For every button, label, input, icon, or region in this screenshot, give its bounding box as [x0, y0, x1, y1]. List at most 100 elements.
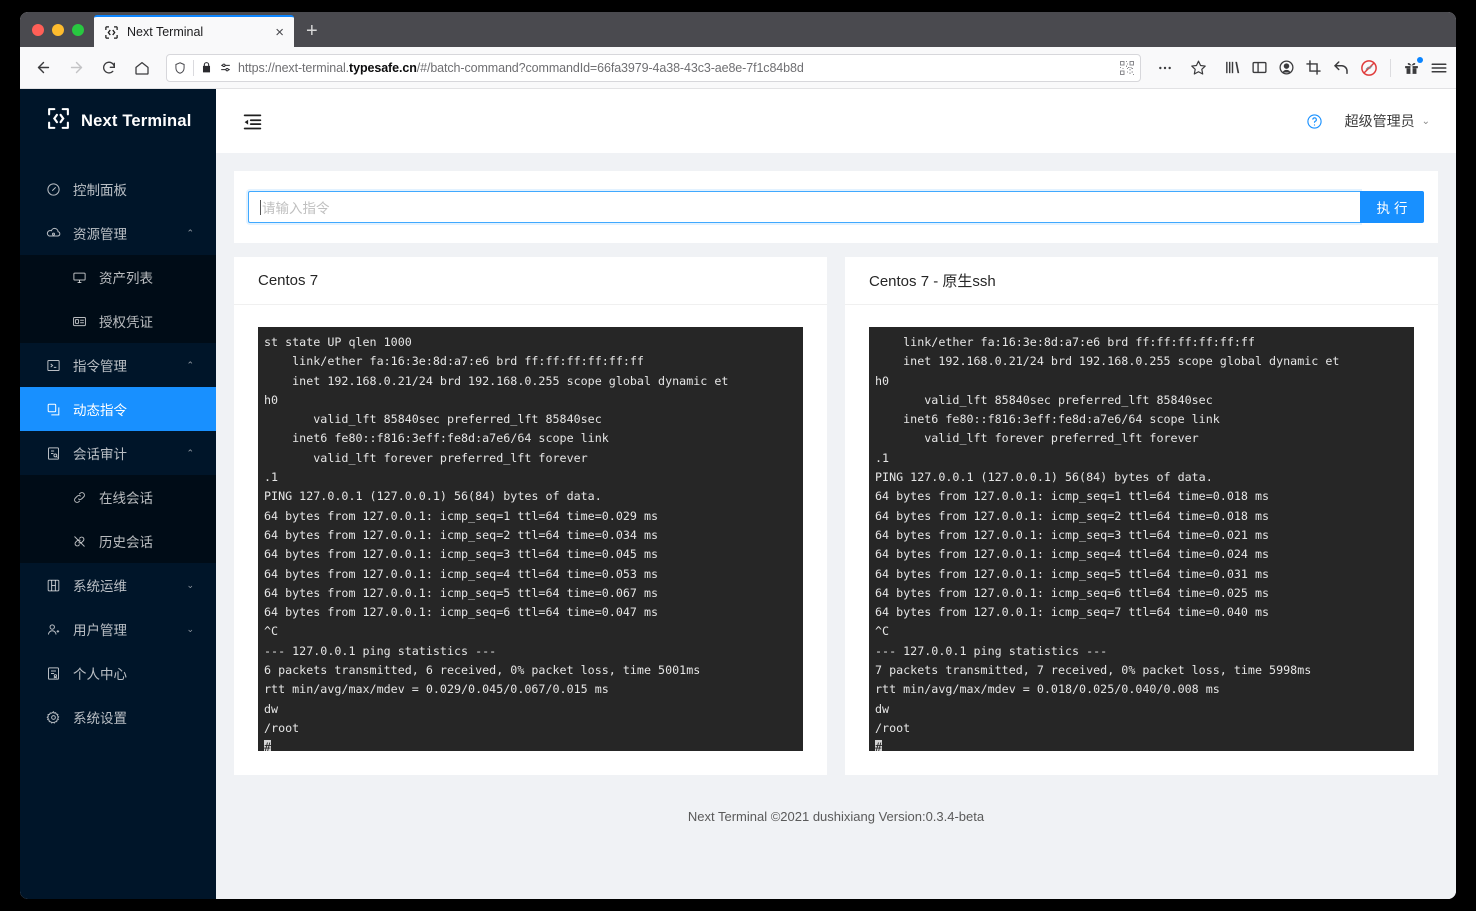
chevron-down-icon: ⌄	[186, 623, 194, 634]
forward-button[interactable]	[61, 53, 91, 83]
back-button[interactable]	[28, 53, 58, 83]
app-root: Next Terminal 控制面板 资源管理 ⌃ 资产列表 授权凭证 指令管理…	[20, 89, 1456, 899]
library-icon[interactable]	[1224, 59, 1241, 76]
terminal-output[interactable]: link/ether fa:16:3e:8d:a7:e6 brd ff:ff:f…	[869, 327, 1414, 751]
sidebar-item-system-settings[interactable]: 系统设置	[20, 695, 216, 739]
execute-button[interactable]: 执行	[1360, 191, 1424, 223]
text-cursor	[260, 199, 261, 215]
sidebar-item-session-audit[interactable]: 会话审计 ⌃	[20, 431, 216, 475]
close-window-button[interactable]	[32, 23, 44, 36]
chevron-up-icon: ⌃	[186, 359, 194, 370]
user-name-label: 超级管理员	[1344, 113, 1415, 129]
app-header: 超级管理员 ⌄	[216, 89, 1456, 153]
reload-button[interactable]	[94, 53, 124, 83]
sidebar-item-label: 历史会话	[99, 535, 153, 550]
brand-logo[interactable]: Next Terminal	[20, 89, 216, 153]
sidebar-item-personal-center[interactable]: 个人中心	[20, 651, 216, 695]
maximize-window-button[interactable]	[72, 23, 84, 36]
menu-fold-icon[interactable]	[242, 111, 263, 132]
sidebar-item-label: 指令管理	[73, 359, 127, 374]
url-text[interactable]: https://next-terminal.typesafe.cn/#/batc…	[238, 61, 1114, 75]
sidebar-item-label: 资产列表	[99, 271, 153, 286]
gift-icon[interactable]	[1403, 57, 1423, 76]
command-input-placeholder: 请输入指令	[262, 201, 330, 216]
command-input[interactable]: 请输入指令	[248, 191, 1360, 223]
permissions-icon[interactable]	[219, 61, 232, 74]
sidebar-item-label: 系统运维	[73, 579, 127, 594]
new-tab-button[interactable]: +	[306, 21, 318, 41]
account-icon[interactable]	[1278, 59, 1295, 76]
browser-window: Next Terminal × + https://next-terminal.…	[20, 12, 1456, 899]
undo-icon[interactable]	[1332, 59, 1350, 77]
next-terminal-logo-icon	[46, 106, 71, 136]
sidebar-item-dashboard[interactable]: 控制面板	[20, 167, 216, 211]
terminal-text: st state UP qlen 1000 link/ether fa:16:3…	[264, 335, 729, 735]
blocked-icon[interactable]	[1360, 59, 1378, 77]
sidebar-item-asset-list[interactable]: 资产列表	[20, 255, 216, 299]
user-menu[interactable]: 超级管理员 ⌄	[1345, 111, 1430, 131]
sidebar: Next Terminal 控制面板 资源管理 ⌃ 资产列表 授权凭证 指令管理…	[20, 89, 216, 899]
sidebar-item-online-sessions[interactable]: 在线会话	[20, 475, 216, 519]
terminal-cards: Centos 7 st state UP qlen 1000 link/ethe…	[234, 257, 1438, 775]
sidebar-item-label: 用户管理	[73, 623, 127, 638]
sidebar-item-command-management[interactable]: 指令管理 ⌃	[20, 343, 216, 387]
sidebar-item-label: 授权凭证	[99, 315, 153, 330]
sidebar-item-history-sessions[interactable]: 历史会话	[20, 519, 216, 563]
header-actions: 超级管理员 ⌄	[1306, 111, 1430, 131]
minimize-window-button[interactable]	[52, 23, 64, 36]
chevron-up-icon: ⌃	[186, 447, 194, 458]
card-title: Centos 7 - 原生ssh	[845, 257, 1438, 305]
app-menu-icon[interactable]	[1430, 59, 1448, 77]
card-body: link/ether fa:16:3e:8d:a7:e6 brd ff:ff:f…	[845, 305, 1438, 775]
sidebar-item-dynamic-command[interactable]: 动态指令	[20, 387, 216, 431]
content-area: 超级管理员 ⌄ 请输入指令 执行 Centos 7 st state UP ql…	[216, 89, 1456, 899]
sidebar-item-label: 个人中心	[73, 667, 127, 682]
sidebar-item-resource-management[interactable]: 资源管理 ⌃	[20, 211, 216, 255]
shield-icon[interactable]	[173, 61, 187, 75]
terminal-cursor: #	[264, 740, 272, 751]
terminal-text: link/ether fa:16:3e:8d:a7:e6 brd ff:ff:f…	[875, 335, 1340, 735]
card-body: st state UP qlen 1000 link/ether fa:16:3…	[234, 305, 827, 775]
home-button[interactable]	[127, 53, 157, 83]
sidebar-item-label: 在线会话	[99, 491, 153, 506]
url-bar[interactable]: https://next-terminal.typesafe.cn/#/batc…	[166, 53, 1141, 82]
toolbar-divider	[1390, 58, 1391, 77]
sidebar-item-user-management[interactable]: 用户管理 ⌄	[20, 607, 216, 651]
page-footer: Next Terminal ©2021 dushixiang Version:0…	[687, 809, 985, 824]
page-actions-icon[interactable]	[1150, 53, 1180, 83]
sidebar-item-credentials[interactable]: 授权凭证	[20, 299, 216, 343]
bookmark-star-icon[interactable]	[1183, 53, 1213, 83]
sidebar-submenu-command: 动态指令	[20, 387, 216, 431]
sidebar-item-label: 会话审计	[73, 447, 127, 462]
sidebar-submenu-resource: 资产列表 授权凭证	[20, 255, 216, 343]
sidebar-item-label: 系统设置	[73, 711, 127, 726]
gift-badge	[1417, 57, 1423, 63]
browser-tab[interactable]: Next Terminal ×	[94, 15, 294, 47]
question-circle-icon[interactable]	[1306, 113, 1323, 130]
sidebar-item-label: 动态指令	[73, 403, 127, 418]
terminal-cursor: #	[875, 740, 883, 751]
screenshot-icon[interactable]	[1305, 59, 1322, 76]
chevron-down-icon: ⌄	[1421, 115, 1430, 127]
command-bar: 请输入指令 执行	[248, 191, 1424, 223]
sidebar-item-system-ops[interactable]: 系统运维 ⌄	[20, 563, 216, 607]
browser-tabstrip: Next Terminal × +	[20, 12, 1456, 47]
sidebar-item-label: 资源管理	[73, 227, 127, 242]
brand-title: Next Terminal	[81, 111, 192, 130]
qr-icon[interactable]	[1120, 60, 1134, 75]
browser-navbar: https://next-terminal.typesafe.cn/#/batc…	[20, 47, 1456, 89]
window-traffic-lights	[28, 12, 94, 47]
browser-tab-title: Next Terminal	[127, 25, 204, 39]
close-icon[interactable]: ×	[273, 25, 286, 40]
page-body: 请输入指令 执行 Centos 7 st state UP qlen 1000 …	[216, 153, 1456, 899]
sidebar-icon[interactable]	[1251, 59, 1268, 76]
terminal-card: Centos 7 st state UP qlen 1000 link/ethe…	[234, 257, 827, 775]
command-panel: 请输入指令 执行	[234, 171, 1438, 243]
browser-toolbar-icons	[1216, 57, 1448, 77]
lock-icon[interactable]	[200, 61, 213, 74]
next-terminal-logo-icon	[104, 25, 119, 40]
sidebar-item-label: 控制面板	[73, 183, 127, 198]
terminal-output[interactable]: st state UP qlen 1000 link/ether fa:16:3…	[258, 327, 803, 751]
terminal-card: Centos 7 - 原生ssh link/ether fa:16:3e:8d:…	[845, 257, 1438, 775]
chevron-down-icon: ⌄	[186, 579, 194, 590]
